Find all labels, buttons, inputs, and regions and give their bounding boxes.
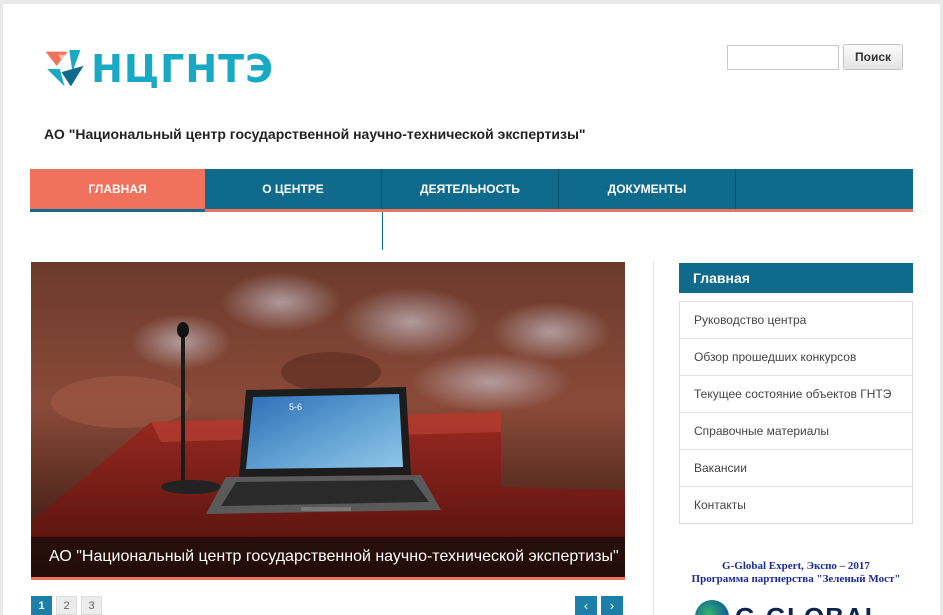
sidebar-heading: Главная — [679, 263, 913, 293]
nav-item-activity[interactable]: Деятельность — [382, 169, 559, 209]
site-logo[interactable]: НЦГНТЭ — [44, 42, 274, 96]
chevron-right-icon[interactable]: › — [601, 596, 623, 615]
image-slider[interactable]: 5-6 АО "Национальный центр государственн… — [31, 262, 625, 580]
sidebar-item-leadership[interactable]: Руководство центра — [680, 302, 912, 339]
nav-divider — [382, 212, 383, 250]
slider-pagination: 1 2 3 — [31, 596, 102, 615]
caption-accent-line — [31, 577, 625, 580]
slide-image: 5-6 — [31, 262, 625, 580]
g-global-logo[interactable]: G-GLOBAL — [695, 600, 895, 615]
nav-item-home[interactable]: Главная — [30, 169, 205, 212]
slider-page-1[interactable]: 1 — [31, 596, 52, 615]
search-input[interactable] — [727, 45, 839, 70]
globe-icon — [695, 600, 729, 615]
slider-arrows: ‹ › — [575, 596, 623, 615]
logo-text: НЦГНТЭ — [91, 47, 274, 91]
window-frame-top — [0, 0, 943, 4]
sidebar-item-vacancies[interactable]: Вакансии — [680, 450, 912, 487]
search-button[interactable]: Поиск — [843, 44, 903, 70]
sidebar-item-contests-review[interactable]: Обзор прошедших конкурсов — [680, 339, 912, 376]
sidebar-item-reference[interactable]: Справочные материалы — [680, 413, 912, 450]
sidebar-item-current-state[interactable]: Текущее состояние объектов ГНТЭ — [680, 376, 912, 413]
chevron-left-icon[interactable]: ‹ — [575, 596, 597, 615]
sidebar-menu: Руководство центра Обзор прошедших конку… — [679, 301, 913, 524]
window-frame-left — [0, 0, 3, 615]
slide-caption: АО "Национальный центр государственной н… — [31, 537, 625, 577]
nav-item-documents[interactable]: Документы — [559, 169, 736, 209]
nav-item-about[interactable]: О центре — [205, 169, 382, 209]
promo-line-1: G-Global Expert, Экспо – 2017 — [722, 560, 870, 572]
laptop-screen-text: 5-6 — [289, 402, 302, 412]
promo-line-2: Программа партнерства "Зеленый Мост" — [691, 573, 901, 585]
slider-page-2[interactable]: 2 — [56, 596, 77, 615]
page-title: АО "Национальный центр государственной н… — [44, 126, 586, 142]
promo-banner[interactable]: G-Global Expert, Экспо – 2017 Программа … — [679, 560, 913, 586]
slider-page-3[interactable]: 3 — [81, 596, 102, 615]
main-nav: Главная О центре Деятельность Документы — [30, 169, 913, 212]
column-divider — [653, 262, 654, 615]
sidebar-item-contacts[interactable]: Контакты — [680, 487, 912, 523]
promo-logo-text: G-GLOBAL — [735, 602, 882, 615]
logo-emblem-icon — [45, 50, 84, 87]
